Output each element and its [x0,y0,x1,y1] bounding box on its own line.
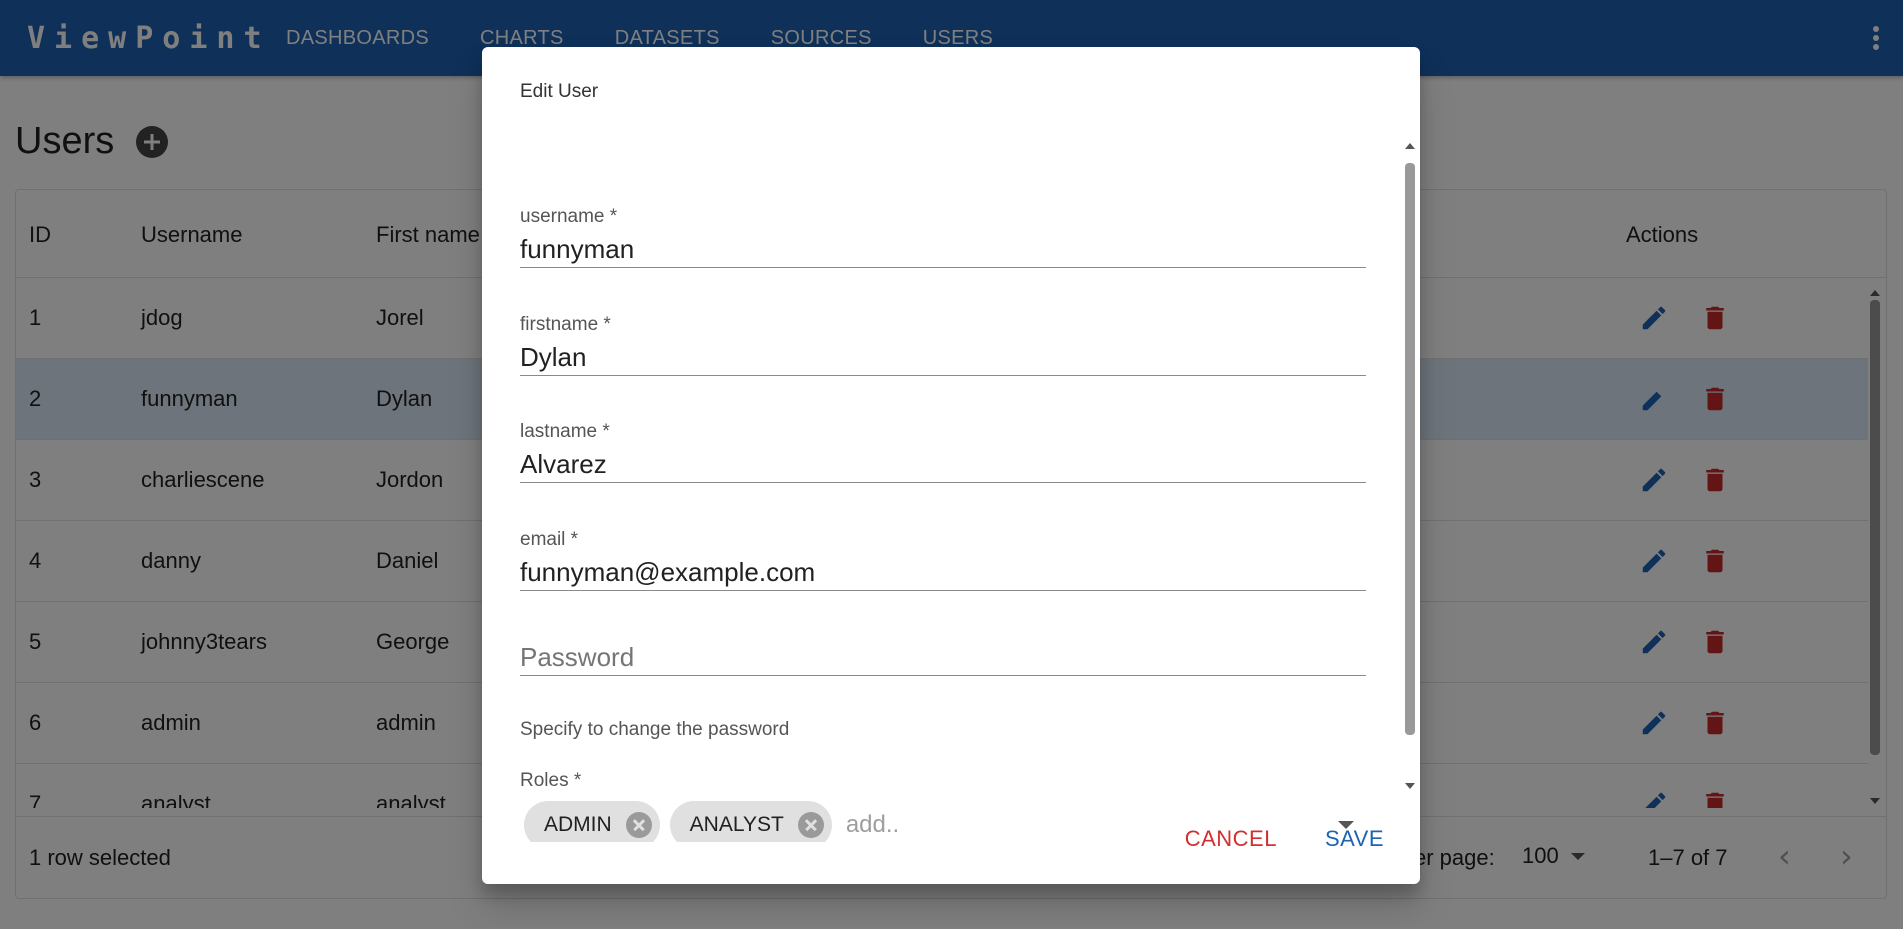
roles-input[interactable]: ADMIN ANALYST add.. [524,801,899,842]
role-chip-admin[interactable]: ADMIN [524,801,660,842]
password-field[interactable]: Password [520,636,1366,676]
password-input[interactable]: Password [520,640,1366,676]
firstname-label: firstname * [520,314,611,335]
role-chip-label: ADMIN [544,813,612,836]
remove-chip-icon[interactable] [625,812,652,838]
save-button[interactable]: SAVE [1325,820,1384,858]
username-label: username * [520,206,618,227]
email-label: email * [520,529,579,550]
dialog-title: Edit User [520,81,599,102]
edit-user-dialog: Edit User username * funnyman firstname … [482,47,1420,884]
roles-label: Roles * [520,770,582,791]
username-field[interactable]: username * funnyman [520,206,1366,268]
role-chip-analyst[interactable]: ANALYST [669,801,832,842]
lastname-label: lastname * [520,421,610,442]
role-chip-label: ANALYST [689,813,784,836]
roles-add-input[interactable]: add.. [846,811,899,839]
scrollbar-thumb[interactable] [1405,163,1415,735]
dialog-content: username * funnyman firstname * Dylan la… [520,167,1366,842]
dialog-actions: CANCEL SAVE [1137,820,1384,858]
dialog-scrollbar[interactable] [1404,143,1416,793]
username-input[interactable]: funnyman [520,232,1366,268]
lastname-field[interactable]: lastname * Alvarez [520,421,1366,483]
lastname-input[interactable]: Alvarez [520,447,1366,483]
email-input[interactable]: funnyman@example.com [520,555,1366,591]
cancel-button[interactable]: CANCEL [1185,820,1277,858]
password-helper-text: Specify to change the password [520,719,790,740]
scroll-down-icon[interactable] [1405,783,1415,789]
firstname-field[interactable]: firstname * Dylan [520,314,1366,376]
firstname-input[interactable]: Dylan [520,340,1366,376]
remove-chip-icon[interactable] [797,812,824,838]
email-field[interactable]: email * funnyman@example.com [520,529,1366,591]
scroll-up-icon[interactable] [1405,143,1415,149]
